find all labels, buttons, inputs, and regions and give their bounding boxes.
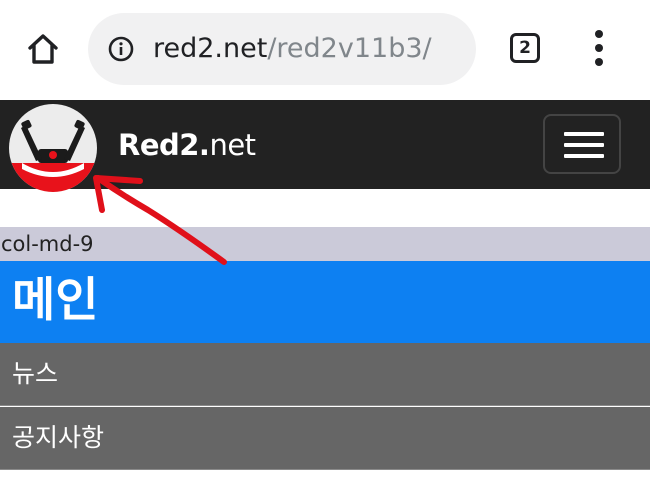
brand-rest: net: [209, 128, 256, 162]
navbar-toggle-button[interactable]: [543, 114, 621, 174]
tab-switcher-button[interactable]: 2: [510, 33, 540, 63]
column-label: col-md-9: [0, 227, 650, 261]
more-vert-icon: [595, 30, 603, 38]
page: red2.net/red2v11b3/ 2 Red2.net col-md-9 …: [0, 0, 650, 490]
menu-item-news[interactable]: 뉴스: [0, 343, 650, 406]
main-title: 메인: [0, 261, 650, 343]
browser-menu-button[interactable]: [584, 30, 614, 66]
hamburger-icon: [564, 132, 604, 136]
info-icon[interactable]: [108, 36, 134, 62]
brand-bold: Red2.: [118, 128, 210, 162]
address-bar[interactable]: red2.net/red2v11b3/: [88, 13, 476, 85]
tab-count: 2: [519, 38, 531, 58]
home-icon: [28, 34, 58, 64]
menu-item-notice[interactable]: 공지사항: [0, 407, 650, 470]
url-text: red2.net/red2v11b3/: [153, 32, 432, 66]
url-path: /red2v11b3/: [267, 33, 432, 64]
site-navbar: Red2.net: [0, 100, 650, 192]
url-host: red2.net: [153, 33, 268, 64]
robot-logo[interactable]: [8, 103, 98, 193]
brand-link[interactable]: Red2.net: [118, 126, 256, 164]
browser-toolbar: red2.net/red2v11b3/ 2: [0, 0, 650, 100]
home-button[interactable]: [22, 28, 64, 70]
